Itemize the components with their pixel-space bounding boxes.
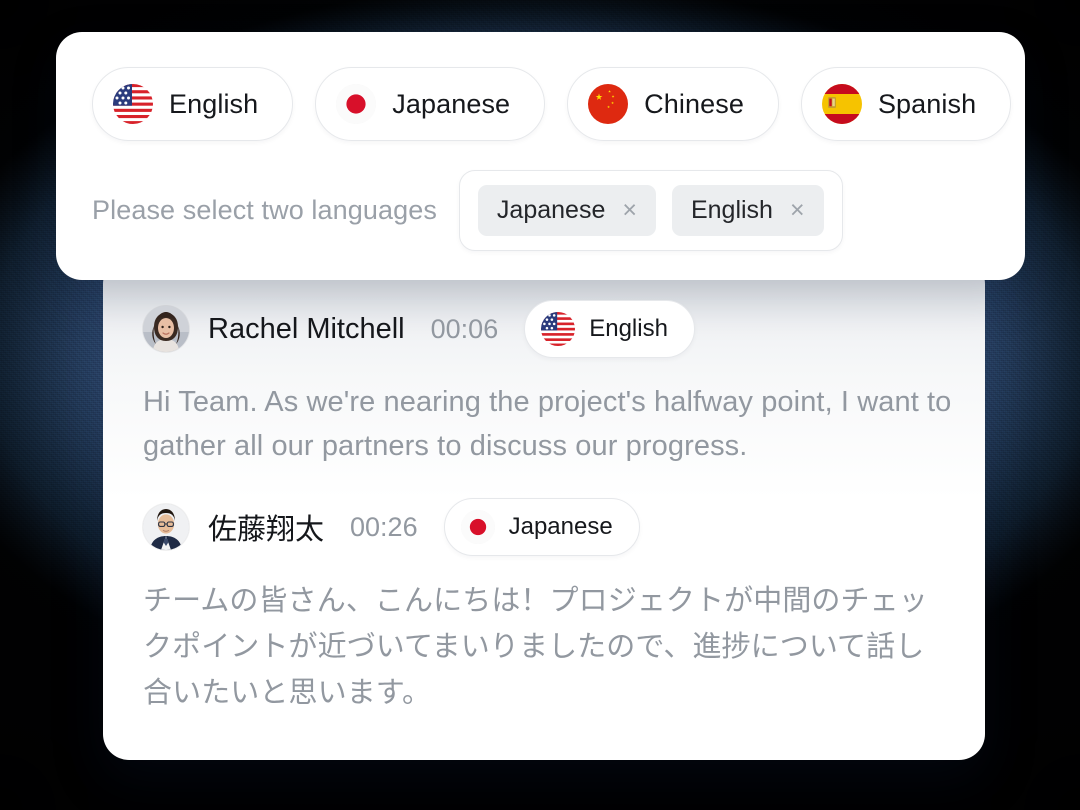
language-chip-row: English Japanese Chinese Spanish [92, 67, 1012, 141]
transcript-message: 佐藤翔太 00:26 Japanese チームの皆さん、こんにちは！プロジェクト… [143, 498, 953, 715]
message-text: Hi Team. As we're nearing the project's … [143, 386, 952, 463]
jp-flag-icon [460, 510, 495, 545]
language-selection-row: Please select two languages Japanese × E… [92, 170, 989, 251]
jp-flag-icon [336, 84, 377, 124]
selected-languages-box[interactable]: Japanese × English × [458, 170, 843, 251]
message-timestamp: 00:26 [350, 511, 418, 542]
us-flag-icon [113, 84, 153, 124]
selected-tag-english[interactable]: English × [671, 185, 824, 236]
language-chip-label: Spanish [877, 88, 977, 119]
message-timestamp: 00:06 [430, 313, 499, 344]
language-chip-english[interactable]: English [92, 67, 294, 141]
language-chip-label: Japanese [392, 88, 511, 119]
es-flag-icon [821, 84, 862, 124]
us-flag-icon [541, 312, 576, 346]
selected-tag-label: Japanese [496, 196, 606, 224]
message-header: Rachel Mitchell 00:06 English [143, 300, 953, 358]
selected-tag-japanese[interactable]: Japanese × [477, 185, 656, 236]
avatar-sato [143, 504, 189, 551]
app-screenshot: English Japanese Chinese Spanish Please … [0, 0, 1080, 810]
transcript-message-list: Rachel Mitchell 00:06 English Hi Team. A… [143, 300, 953, 716]
message-text: チームの皆さん、こんにちは！プロジェクトが中間のチェックポイントが近づいてまいり… [143, 583, 928, 709]
avatar-rachel [143, 306, 189, 352]
message-speaker-name: Rachel Mitchell [208, 312, 405, 345]
message-header: 佐藤翔太 00:26 Japanese [143, 498, 953, 557]
language-selector-panel: English Japanese Chinese Spanish Please … [56, 32, 1025, 280]
message-language-label: Japanese [508, 513, 613, 541]
selected-tag-label: English [690, 196, 773, 224]
language-chip-spanish[interactable]: Spanish [800, 67, 1012, 141]
language-chip-japanese[interactable]: Japanese [315, 67, 546, 141]
message-language-chip-english[interactable]: English [524, 300, 695, 358]
language-chip-label: Chinese [644, 88, 744, 119]
cn-flag-icon [588, 84, 629, 124]
language-chip-label: English [169, 88, 259, 119]
message-language-label: English [589, 315, 668, 342]
close-icon[interactable]: × [622, 198, 637, 223]
message-speaker-name: 佐藤翔太 [208, 514, 325, 547]
selection-hint-text: Please select two languages [92, 195, 437, 225]
transcript-message: Rachel Mitchell 00:06 English Hi Team. A… [143, 300, 953, 468]
close-icon[interactable]: × [790, 198, 805, 223]
message-language-chip-japanese[interactable]: Japanese [443, 498, 640, 557]
language-chip-chinese[interactable]: Chinese [567, 67, 779, 141]
